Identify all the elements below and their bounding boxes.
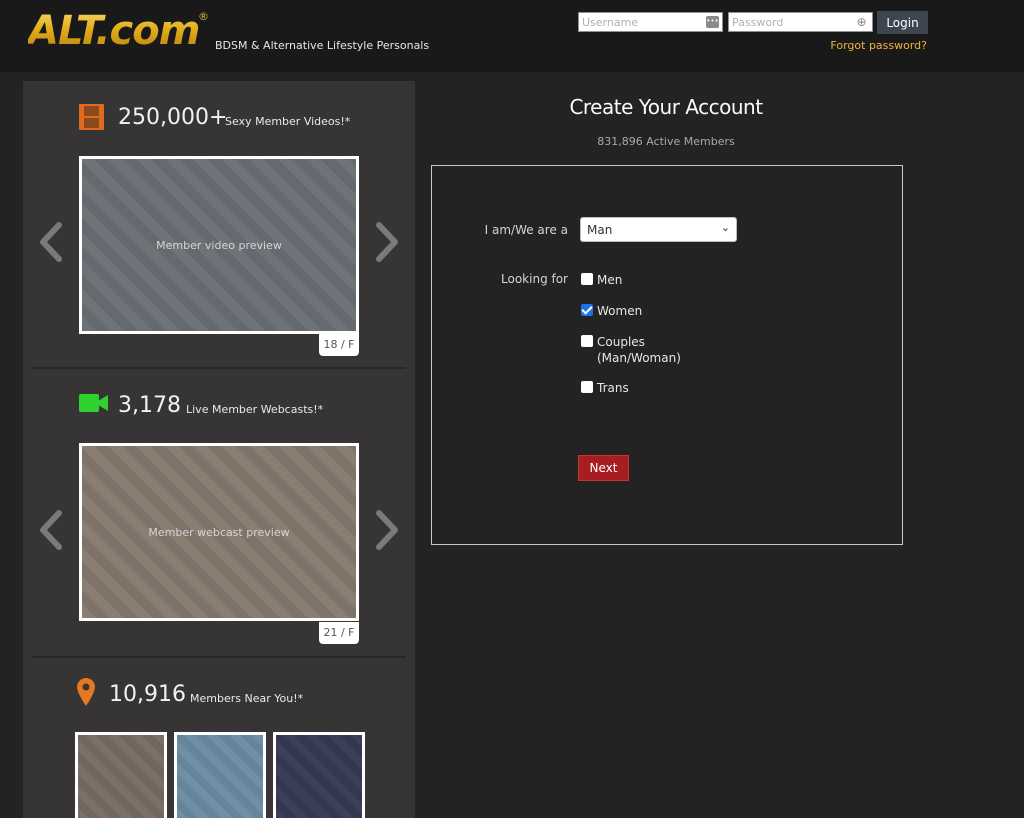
site-header: ALT.com ® BDSM & Alternative Lifestyle P… (0, 0, 1024, 72)
videos-stat: 250,000+ Sexy Member Videos!* (23, 101, 415, 141)
couples-label-wrap: Couples (Man/Woman) (597, 334, 681, 366)
webcasts-count: 3,178 (118, 393, 181, 418)
username-field[interactable]: ••• (578, 12, 723, 32)
nearby-stat: 10,916 Members Near You!* (23, 678, 415, 718)
webcasts-next-arrow[interactable] (373, 509, 401, 551)
video-camera-icon (79, 394, 108, 412)
iam-label: I am/We are a (484, 223, 568, 237)
trans-checkbox[interactable] (581, 381, 593, 393)
active-members-count: 831,896 Active Members (597, 135, 735, 148)
nearby-member-thumb[interactable] (273, 732, 365, 818)
videos-prev-arrow[interactable] (37, 221, 65, 263)
section-divider (32, 367, 406, 369)
member-stats-sidebar: 250,000+ Sexy Member Videos!* Member vid… (23, 81, 415, 818)
page-title: Create Your Account (569, 95, 763, 119)
forgot-password-link[interactable]: Forgot password? (830, 39, 927, 52)
option-men[interactable]: Men (581, 272, 622, 288)
nearby-member-thumb[interactable] (174, 732, 266, 818)
site-logo[interactable]: ALT.com (28, 8, 200, 54)
men-label: Men (597, 273, 623, 287)
iam-selected-value: Man (587, 223, 613, 237)
member-photo (177, 735, 263, 818)
map-pin-icon (77, 678, 95, 706)
webcasts-label: Live Member Webcasts!* (186, 403, 324, 416)
webcast-thumbnail: Member webcast preview (82, 446, 356, 618)
autofill-key-icon[interactable]: ••• (706, 16, 719, 28)
site-tagline: BDSM & Alternative Lifestyle Personals (215, 39, 430, 52)
next-button[interactable]: Next (578, 455, 629, 481)
men-checkbox[interactable] (581, 273, 593, 285)
nearby-member-thumb[interactable] (75, 732, 167, 818)
video-age-gender-badge: 18 / F (319, 334, 359, 356)
member-photo (276, 735, 362, 818)
trans-label: Trans (597, 381, 629, 395)
looking-for-label: Looking for (501, 272, 568, 286)
signup-form: I am/We are a Man ⌄ Looking for Men Wome… (431, 165, 903, 545)
option-couples[interactable]: Couples (Man/Woman) (581, 334, 681, 366)
password-input[interactable] (732, 15, 869, 29)
password-field[interactable]: ⊕ (728, 12, 873, 32)
videos-preview[interactable]: Member video preview (79, 156, 359, 334)
section-divider (32, 656, 406, 658)
film-icon (79, 104, 104, 130)
option-trans[interactable]: Trans (581, 380, 629, 396)
videos-label: Sexy Member Videos!* (225, 115, 351, 128)
username-input[interactable] (582, 15, 719, 29)
videos-next-arrow[interactable] (373, 221, 401, 263)
nearby-count: 10,916 (109, 682, 186, 707)
registered-mark: ® (198, 10, 209, 23)
iam-select[interactable]: Man ⌄ (580, 217, 737, 242)
webcasts-preview[interactable]: Member webcast preview (79, 443, 359, 621)
couples-checkbox[interactable] (581, 335, 593, 347)
women-checkbox[interactable] (581, 304, 593, 316)
videos-count: 250,000+ (118, 105, 228, 130)
member-photo (78, 735, 164, 818)
webcasts-stat: 3,178 Live Member Webcasts!* (23, 389, 415, 429)
couples-label: Couples (597, 335, 645, 349)
webcast-age-gender-badge: 21 / F (319, 622, 359, 644)
password-manager-icon[interactable]: ⊕ (855, 16, 868, 28)
option-women[interactable]: Women (581, 303, 642, 319)
women-label: Women (597, 304, 643, 318)
couples-sublabel: (Man/Woman) (597, 351, 681, 365)
webcasts-prev-arrow[interactable] (37, 509, 65, 551)
video-thumbnail: Member video preview (82, 159, 356, 331)
nearby-label: Members Near You!* (190, 692, 304, 705)
login-button[interactable]: Login (877, 11, 928, 34)
chevron-down-icon: ⌄ (720, 221, 730, 234)
